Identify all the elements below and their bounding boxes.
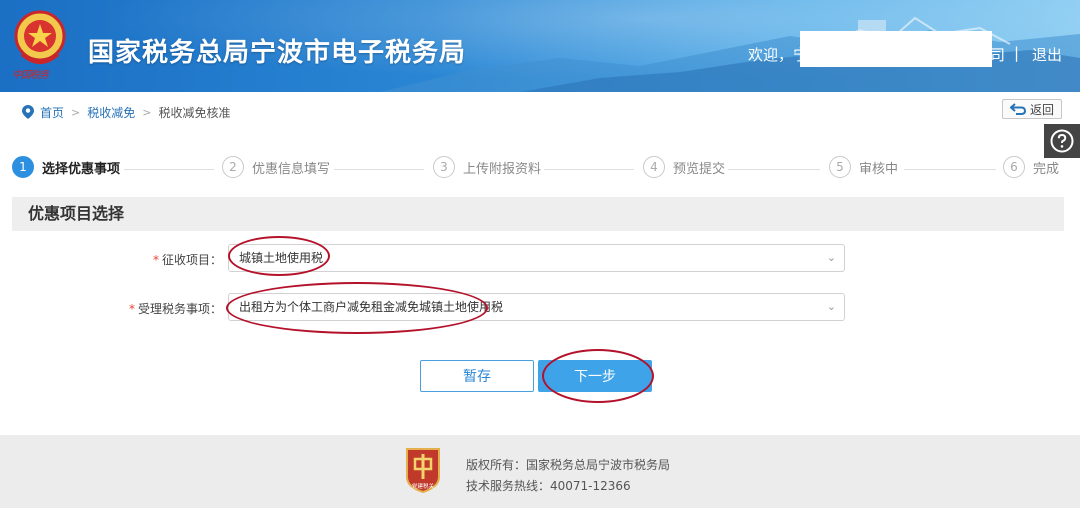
badge-caption: 党建税关 [412,482,435,490]
redacted-username [800,31,992,67]
chevron-down-icon: ⌄ [826,251,836,264]
welcome-suffix: 司 [990,46,1006,64]
tax-matter-label: * 受理税务事项： [129,300,222,317]
save-draft-button[interactable]: 暂存 [420,360,534,392]
step-label: 选择优惠事项 [42,161,121,177]
footer-info: 版权所有：国家税务总局宁波市税务局 技术服务热线：40071-12366 [466,455,670,497]
step-2: 2 优惠信息填写 [222,156,330,178]
step-label: 预览提交 [673,161,726,177]
hotline-text: 技术服务热线：40071-12366 [466,479,631,493]
copyright-text: 版权所有：国家税务总局宁波市税务局 [466,458,671,472]
step-connector [544,169,634,170]
step-4: 4 预览提交 [643,156,725,178]
question-mark-icon [1050,129,1074,153]
breadcrumb-separator: > [142,105,152,119]
tax-emblem-icon [14,10,66,64]
logout-link[interactable]: 退出 [1032,44,1062,65]
step-label: 审核中 [859,161,899,177]
step-number: 4 [643,156,665,178]
tax-matter-row: * 受理税务事项： 出租方为个体工商户减免租金减免城镇土地使用税 ⌄ [0,293,1080,321]
emblem-caption: 中国税务 [12,70,49,81]
site-title: 国家税务总局宁波市电子税务局 [88,38,467,68]
step-6: 6 完成 [1003,156,1059,178]
help-button[interactable] [1044,124,1080,158]
next-step-button[interactable]: 下一步 [538,360,652,392]
header-separator: | [1014,44,1020,62]
levy-item-select[interactable]: 城镇土地使用税 ⌄ [228,244,845,272]
levy-item-value: 城镇土地使用税 [239,251,324,265]
site-footer: 党建税关 版权所有：国家税务总局宁波市税务局 技术服务热线：40071-1236… [0,435,1080,508]
step-connector [728,169,820,170]
breadcrumb-tax-relief-link[interactable]: 税收减免 [87,104,135,121]
breadcrumb-separator: > [71,105,81,119]
levy-item-row: * 征收项目： 城镇土地使用税 ⌄ [0,244,1080,272]
required-mark: * [128,302,135,316]
step-label: 上传附报资料 [463,161,542,177]
return-arrow-icon [1009,103,1026,115]
breadcrumb-home-link[interactable]: 首页 [40,104,64,121]
step-connector [334,169,424,170]
party-badge-icon: 党建税关 [406,448,440,493]
step-connector [124,169,214,170]
step-1: 1 选择优惠事项 [12,156,120,178]
breadcrumb-current: 税收减免核准 [158,105,231,120]
step-label: 优惠信息填写 [252,161,331,177]
levy-item-label: * 征收项目： [153,251,222,268]
step-5: 5 审核中 [829,156,898,178]
step-label: 完成 [1033,161,1060,177]
location-pin-icon [22,105,34,119]
site-header: 中国税务 国家税务总局宁波市电子税务局 欢迎，宁 司 | 退出 [0,0,1080,92]
breadcrumb: 首页 > 税收减免 > 税收减免核准 [22,103,230,121]
back-button-label: 返回 [1029,102,1054,117]
back-button[interactable]: 返回 [1002,99,1062,119]
tax-matter-label-text: 受理税务事项： [137,302,222,316]
required-mark: * [152,253,159,267]
step-connector [904,169,996,170]
chevron-down-icon: ⌄ [826,300,836,313]
section-title: 优惠项目选择 [12,197,1064,231]
step-number: 1 [12,156,34,178]
welcome-text: 欢迎，宁 [748,46,809,64]
step-3: 3 上传附报资料 [433,156,541,178]
tax-matter-value: 出租方为个体工商户减免租金减免城镇土地使用税 [239,300,504,314]
step-number: 2 [222,156,244,178]
step-number: 6 [1003,156,1025,178]
levy-item-label-text: 征收项目： [161,253,222,267]
step-number: 5 [829,156,851,178]
tax-matter-select[interactable]: 出租方为个体工商户减免租金减免城镇土地使用税 ⌄ [228,293,845,321]
step-number: 3 [433,156,455,178]
step-progress: 1 选择优惠事项 2 优惠信息填写 3 上传附报资料 4 预览提交 5 审核中 … [0,156,1080,184]
